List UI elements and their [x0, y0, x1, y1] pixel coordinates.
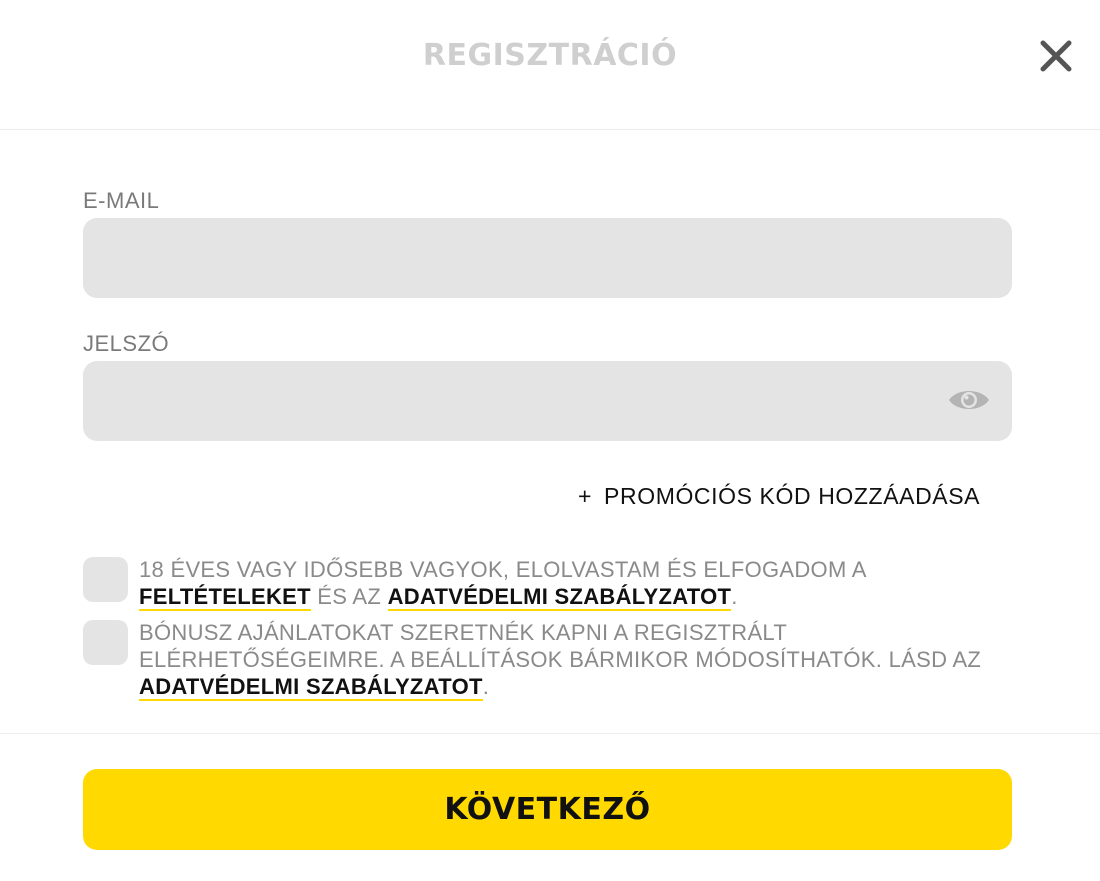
bonus-consent-checkbox[interactable]	[83, 620, 128, 665]
password-field[interactable]	[83, 361, 1012, 441]
plus-icon: +	[578, 483, 593, 509]
modal-title: REGISZTRÁCIÓ	[422, 38, 678, 73]
add-promo-code-link[interactable]: + PROMÓCIÓS KÓD HOZZÁADÁSA	[578, 483, 980, 510]
password-label: JELSZÓ	[83, 331, 170, 356]
privacy-policy-link-2[interactable]: ADATVÉDELMI SZABÁLYZATOT	[139, 674, 483, 701]
age-consent-period: .	[731, 584, 738, 609]
privacy-policy-link[interactable]: ADATVÉDELMI SZABÁLYZATOT	[387, 584, 732, 611]
next-button[interactable]: KÖVETKEZŐ	[83, 769, 1012, 850]
bonus-consent-period: .	[482, 674, 490, 699]
age-consent-connector: ÉS AZ	[317, 584, 382, 609]
email-field[interactable]	[83, 218, 1012, 298]
bonus-consent-text: BÓNUSZ AJÁNLATOKAT SZERETNÉK KAPNI A REG…	[139, 619, 1009, 701]
age-consent-checkbox[interactable]	[83, 557, 128, 602]
close-icon[interactable]	[1036, 36, 1076, 76]
footer-divider	[0, 733, 1100, 734]
age-consent-text: 18 ÉVES VAGY IDŐSEBB VAGYOK, ELOLVASTAM …	[139, 556, 1009, 611]
terms-link[interactable]: FELTÉTELEKET	[139, 584, 311, 611]
age-consent-label: 18 ÉVES VAGY IDŐSEBB VAGYOK, ELOLVASTAM …	[139, 557, 866, 582]
promo-label: PROMÓCIÓS KÓD HOZZÁADÁSA	[604, 483, 981, 509]
email-label: E-MAIL	[83, 188, 160, 213]
eye-icon[interactable]	[947, 385, 991, 415]
modal-header: REGISZTRÁCIÓ	[0, 0, 1100, 130]
bonus-consent-label: BÓNUSZ AJÁNLATOKAT SZERETNÉK KAPNI A REG…	[139, 620, 982, 672]
